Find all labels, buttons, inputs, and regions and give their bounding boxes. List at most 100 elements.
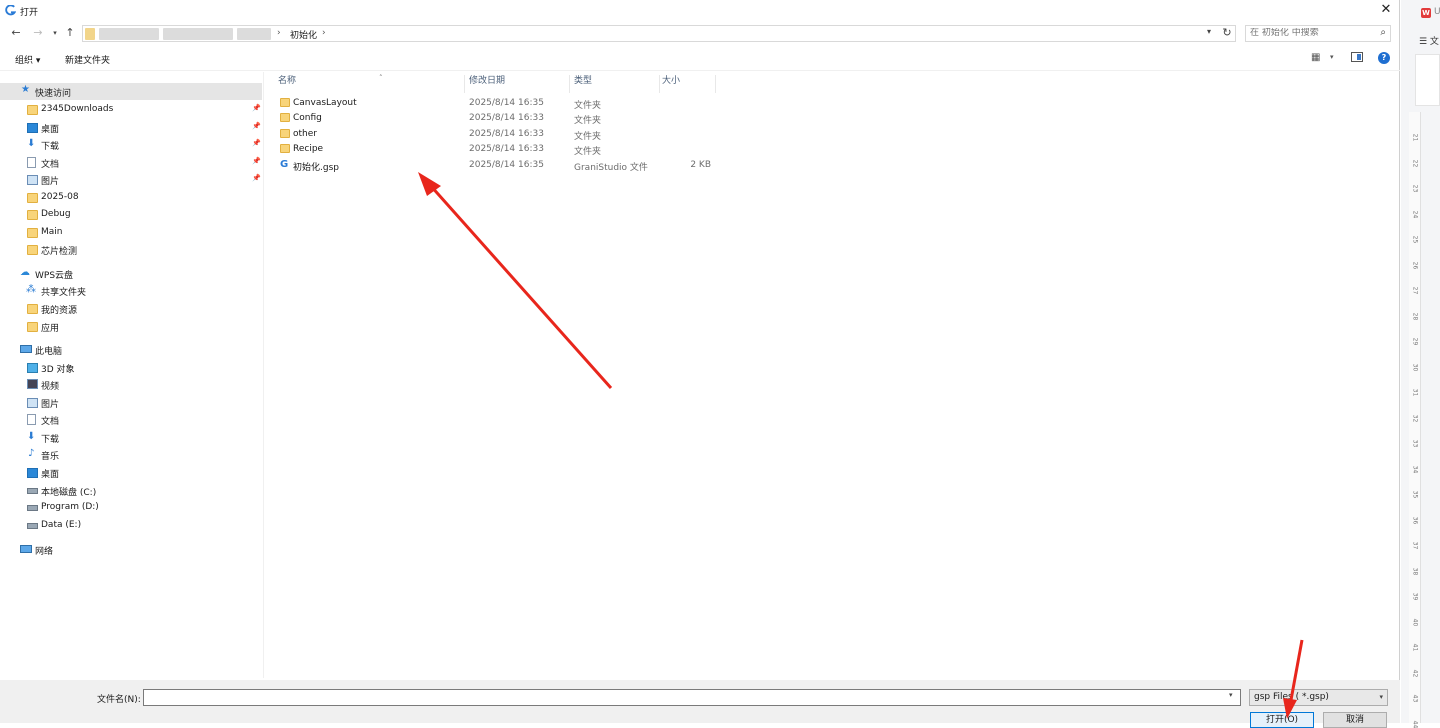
back-button[interactable]: ←: [9, 26, 23, 40]
file-type: 文件夹: [574, 116, 602, 126]
file-row[interactable]: Recipe 2025/8/14 16:33 文件夹: [277, 142, 717, 157]
sidebar-item-pc-documents[interactable]: 文档: [0, 411, 262, 428]
view-dropdown-icon[interactable]: ▾: [1330, 53, 1334, 61]
sidebar-item-apps[interactable]: 应用: [0, 318, 262, 335]
cancel-button[interactable]: 取消: [1323, 712, 1387, 728]
file-row[interactable]: CanvasLayout 2025/8/14 16:35 文件夹: [277, 96, 717, 111]
ruler-number: 24: [1411, 210, 1419, 218]
breadcrumb-current[interactable]: 初始化: [290, 28, 317, 41]
sidebar-item-chip-inspection[interactable]: 芯片检测: [0, 241, 262, 258]
folder-icon: [27, 210, 38, 220]
preview-pane-icon[interactable]: [1351, 52, 1363, 62]
recent-locations-button[interactable]: ▾: [48, 26, 62, 40]
address-dropdown-button[interactable]: ▾: [1203, 27, 1215, 36]
view-options-icon[interactable]: ▦: [1311, 52, 1320, 63]
ruler-number: 41: [1411, 643, 1419, 652]
sidebar-item-my-resources[interactable]: 我的资源: [0, 300, 262, 317]
file-type: GraniStudio 文件: [574, 163, 648, 173]
sidebar-item-drive-e[interactable]: Data (E:): [0, 517, 262, 534]
ruler-number: 37: [1411, 541, 1419, 550]
sidebar-item-music[interactable]: ♪ 音乐: [0, 446, 262, 463]
sidebar-item-label: 应用: [41, 324, 60, 334]
sidebar-item-3d-objects[interactable]: 3D 对象: [0, 359, 262, 376]
ruler-number: 44: [1411, 720, 1419, 728]
wps-menu-fragment[interactable]: ☰ 文: [1419, 34, 1439, 47]
file-type: 文件夹: [574, 132, 602, 142]
filename-label: 文件名(N):: [97, 695, 141, 705]
sidebar-item-2025-08[interactable]: 2025-08: [0, 189, 262, 206]
file-row[interactable]: Config 2025/8/14 16:33 文件夹: [277, 111, 717, 126]
breadcrumb-separator[interactable]: ›: [322, 28, 326, 38]
refresh-button[interactable]: ↻: [1220, 25, 1234, 41]
download-arrow-icon: ⬇: [27, 431, 36, 442]
arrow-up-icon: ↑: [65, 26, 75, 39]
sidebar-item-pc-pictures[interactable]: 图片: [0, 394, 262, 411]
folder-icon: [27, 228, 38, 238]
gsp-file-icon: G: [280, 159, 289, 170]
sidebar-item-debug[interactable]: Debug: [0, 206, 262, 223]
ruler-number: 39: [1411, 592, 1419, 601]
sidebar-item-2345downloads[interactable]: 2345Downloads 📌: [0, 101, 262, 118]
sidebar-item-label: Debug: [41, 209, 71, 219]
forward-button[interactable]: →: [31, 26, 45, 40]
file-row[interactable]: other 2025/8/14 16:33 文件夹: [277, 127, 717, 142]
sidebar-item-quick-access[interactable]: ★ 快速访问: [0, 83, 262, 100]
sidebar-item-pc-downloads[interactable]: ⬇ 下载: [0, 429, 262, 446]
up-button[interactable]: ↑: [63, 26, 77, 40]
file-date: 2025/8/14 16:33: [469, 113, 544, 123]
filename-input[interactable]: [143, 689, 1241, 706]
sidebar-item-label: 3D 对象: [41, 365, 75, 375]
ruler-number: 43: [1411, 694, 1419, 703]
arrow-left-icon: ←: [11, 26, 21, 39]
file-row[interactable]: G 初始化.gsp 2025/8/14 16:35 GraniStudio 文件…: [277, 158, 717, 174]
star-icon: ★: [21, 84, 30, 95]
search-input[interactable]: [1250, 28, 1370, 38]
sidebar-item-wps-cloud[interactable]: ☁ WPS云盘: [0, 265, 262, 282]
folder-icon: [85, 28, 95, 40]
sidebar-item-pc-desktop[interactable]: 桌面: [0, 464, 262, 481]
chevron-down-icon: ▾: [53, 29, 57, 37]
sidebar-item-label: 下载: [41, 142, 60, 152]
column-header-size[interactable]: 大小: [662, 75, 716, 93]
sidebar-item-downloads[interactable]: ⬇ 下载 📌: [0, 136, 262, 153]
column-header-name[interactable]: 名称 ˄: [278, 74, 465, 93]
sidebar-item-label: Main: [41, 227, 63, 237]
blurred-path-segment: [163, 28, 233, 40]
open-file-dialog: 打开 ✕ ← → ▾ ↑ › 初始化 › ▾ ↻ ⌕ 组织 ▾ 新建文件夹 ▦ …: [0, 0, 1400, 728]
close-button[interactable]: ✕: [1378, 2, 1394, 18]
picture-icon: [27, 398, 38, 408]
filename-dropdown-icon[interactable]: ▾: [1229, 691, 1233, 699]
sidebar-item-drive-c[interactable]: 本地磁盘 (C:): [0, 482, 262, 499]
organize-button[interactable]: 组织 ▾: [15, 53, 40, 66]
folder-icon: [27, 322, 38, 332]
sidebar-item-label: 芯片检测: [41, 247, 78, 257]
ruler-number: 27: [1411, 286, 1419, 295]
network-icon: [20, 545, 32, 553]
help-icon[interactable]: ?: [1378, 52, 1390, 64]
pin-icon: 📌: [252, 174, 261, 182]
music-note-icon: ♪: [28, 448, 35, 459]
sidebar-item-videos[interactable]: 视频: [0, 376, 262, 393]
sidebar-item-pictures[interactable]: 图片 📌: [0, 171, 262, 188]
sidebar-item-label: 本地磁盘 (C:): [41, 488, 97, 498]
column-header-type[interactable]: 类型: [574, 75, 660, 93]
search-box[interactable]: ⌕: [1245, 25, 1391, 42]
sidebar-item-documents[interactable]: 文档 📌: [0, 154, 262, 171]
file-type: 文件夹: [574, 147, 602, 157]
sidebar-item-drive-d[interactable]: Program (D:): [0, 499, 262, 516]
new-folder-button[interactable]: 新建文件夹: [65, 53, 110, 66]
sidebar-item-main[interactable]: Main: [0, 224, 262, 241]
search-icon: ⌕: [1380, 27, 1386, 38]
ruler-number: 30: [1411, 363, 1419, 371]
open-button[interactable]: 打开(O): [1250, 712, 1314, 728]
sidebar-item-desktop[interactable]: 桌面 📌: [0, 119, 262, 136]
address-bar[interactable]: › 初始化 › ▾: [82, 25, 1236, 42]
sidebar-item-this-pc[interactable]: 此电脑: [0, 341, 262, 358]
column-header-date[interactable]: 修改日期: [469, 75, 570, 93]
sidebar-item-shared-folder[interactable]: ⁂ 共享文件夹: [0, 282, 262, 299]
breadcrumb-separator[interactable]: ›: [277, 28, 281, 38]
file-type-select[interactable]: gsp Files ( *.gsp) ▾: [1249, 689, 1388, 706]
column-header-label: 修改日期: [469, 76, 506, 86]
sidebar-item-network[interactable]: 网络: [0, 541, 262, 558]
ruler-number: 34: [1411, 465, 1419, 473]
